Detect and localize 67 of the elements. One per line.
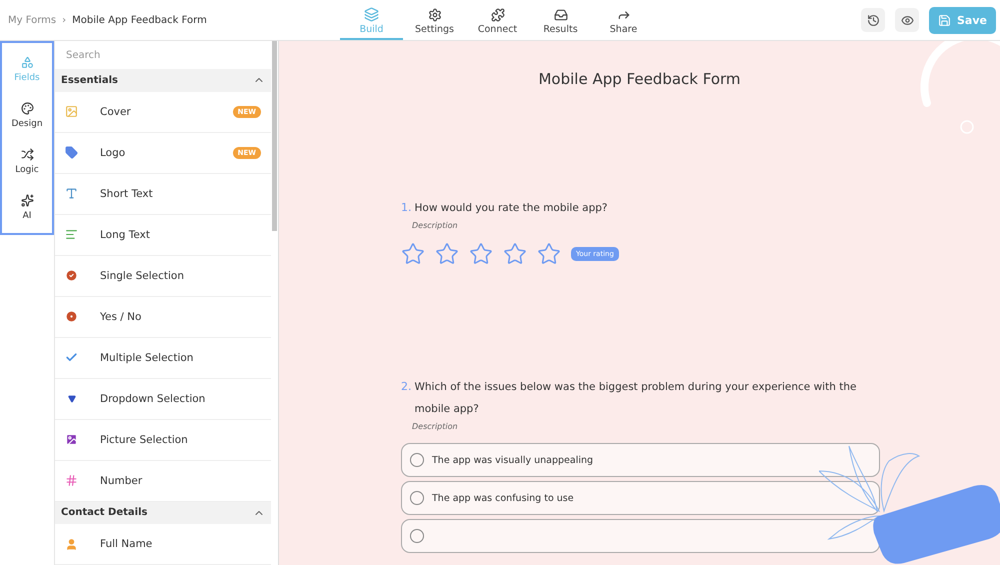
field-label: Multiple Selection — [100, 352, 194, 364]
question-description: Description — [412, 221, 459, 230]
text-icon — [65, 187, 78, 200]
history-button[interactable] — [861, 8, 885, 32]
section-header[interactable]: Contact Details — [55, 502, 271, 524]
option-card[interactable] — [401, 519, 880, 553]
radio-button[interactable] — [410, 453, 424, 467]
star-icon[interactable] — [401, 242, 425, 266]
breadcrumb-link[interactable]: My Forms — [8, 14, 56, 26]
number-icon — [65, 474, 78, 488]
person-icon — [65, 538, 78, 551]
check-circle-icon — [65, 269, 78, 282]
field-label: Short Text — [100, 188, 154, 200]
field-label: Long Text — [100, 228, 151, 241]
history-icon — [866, 14, 880, 26]
field-label: Single Selection — [100, 270, 186, 282]
preview-button[interactable] — [895, 8, 919, 32]
field-label: Logo — [100, 146, 126, 159]
breadcrumb-separator: › — [62, 14, 66, 26]
breadcrumb-current: Mobile App Feedback Form — [72, 14, 207, 26]
tag-icon — [65, 146, 78, 160]
field-label: Number — [100, 474, 144, 487]
save-icon — [938, 14, 951, 26]
radio-button[interactable] — [410, 491, 424, 505]
field-label: Cover — [100, 106, 132, 118]
option-label: The app was visually unappealing — [432, 454, 594, 466]
question-text: How would you rate the mobile app? — [414, 201, 608, 216]
eye-icon — [900, 14, 914, 26]
radio-button[interactable] — [410, 529, 424, 543]
star-icon[interactable] — [503, 242, 527, 266]
option-card[interactable]: The app was confusing to use — [401, 481, 880, 515]
circle-icon — [65, 310, 78, 324]
nav-tab[interactable]: Share — [592, 0, 655, 40]
picture-icon — [65, 433, 78, 446]
shapes-icon — [20, 56, 34, 68]
star-icon[interactable] — [537, 242, 561, 266]
star-icon[interactable] — [435, 242, 459, 266]
lines-icon — [65, 228, 78, 242]
triangle-icon — [68, 394, 76, 403]
layers-icon — [364, 7, 379, 22]
star-icon[interactable] — [469, 242, 493, 266]
question-number: 1. — [401, 200, 412, 216]
field-label: Dropdown Selection — [100, 392, 206, 405]
shuffle-icon — [20, 148, 34, 160]
inbox-icon — [554, 8, 568, 22]
puzzle-icon — [490, 8, 504, 22]
scrollbar-thumb[interactable] — [272, 41, 277, 231]
palette-icon — [20, 102, 34, 114]
nav-tab[interactable]: Connect — [466, 0, 529, 40]
settings-icon — [428, 8, 442, 22]
question-text: Which of the issues below was the biggest problem during your experience with the mobile app? — [414, 380, 858, 417]
nav-tab[interactable]: Results — [529, 0, 592, 40]
section-header[interactable]: Essentials — [55, 69, 271, 92]
field-label: Picture Selection — [100, 434, 189, 446]
rail-tab[interactable]: Design — [2, 92, 52, 138]
question-number: 2. — [401, 379, 412, 395]
question-description: Description — [412, 422, 459, 431]
image-icon — [65, 105, 78, 118]
field-label: Yes / No — [100, 310, 142, 323]
nav-tab[interactable]: Settings — [403, 0, 466, 40]
rail-tab[interactable]: AI — [2, 184, 52, 230]
field-label: Full Name — [100, 538, 154, 550]
rail-tab[interactable]: Logic — [2, 138, 52, 184]
sparkles-icon — [20, 194, 34, 206]
option-label: The app was confusing to use — [432, 492, 574, 504]
form-title: Mobile App Feedback Form — [538, 70, 741, 88]
option-card[interactable]: The app was visually unappealing — [401, 443, 880, 477]
